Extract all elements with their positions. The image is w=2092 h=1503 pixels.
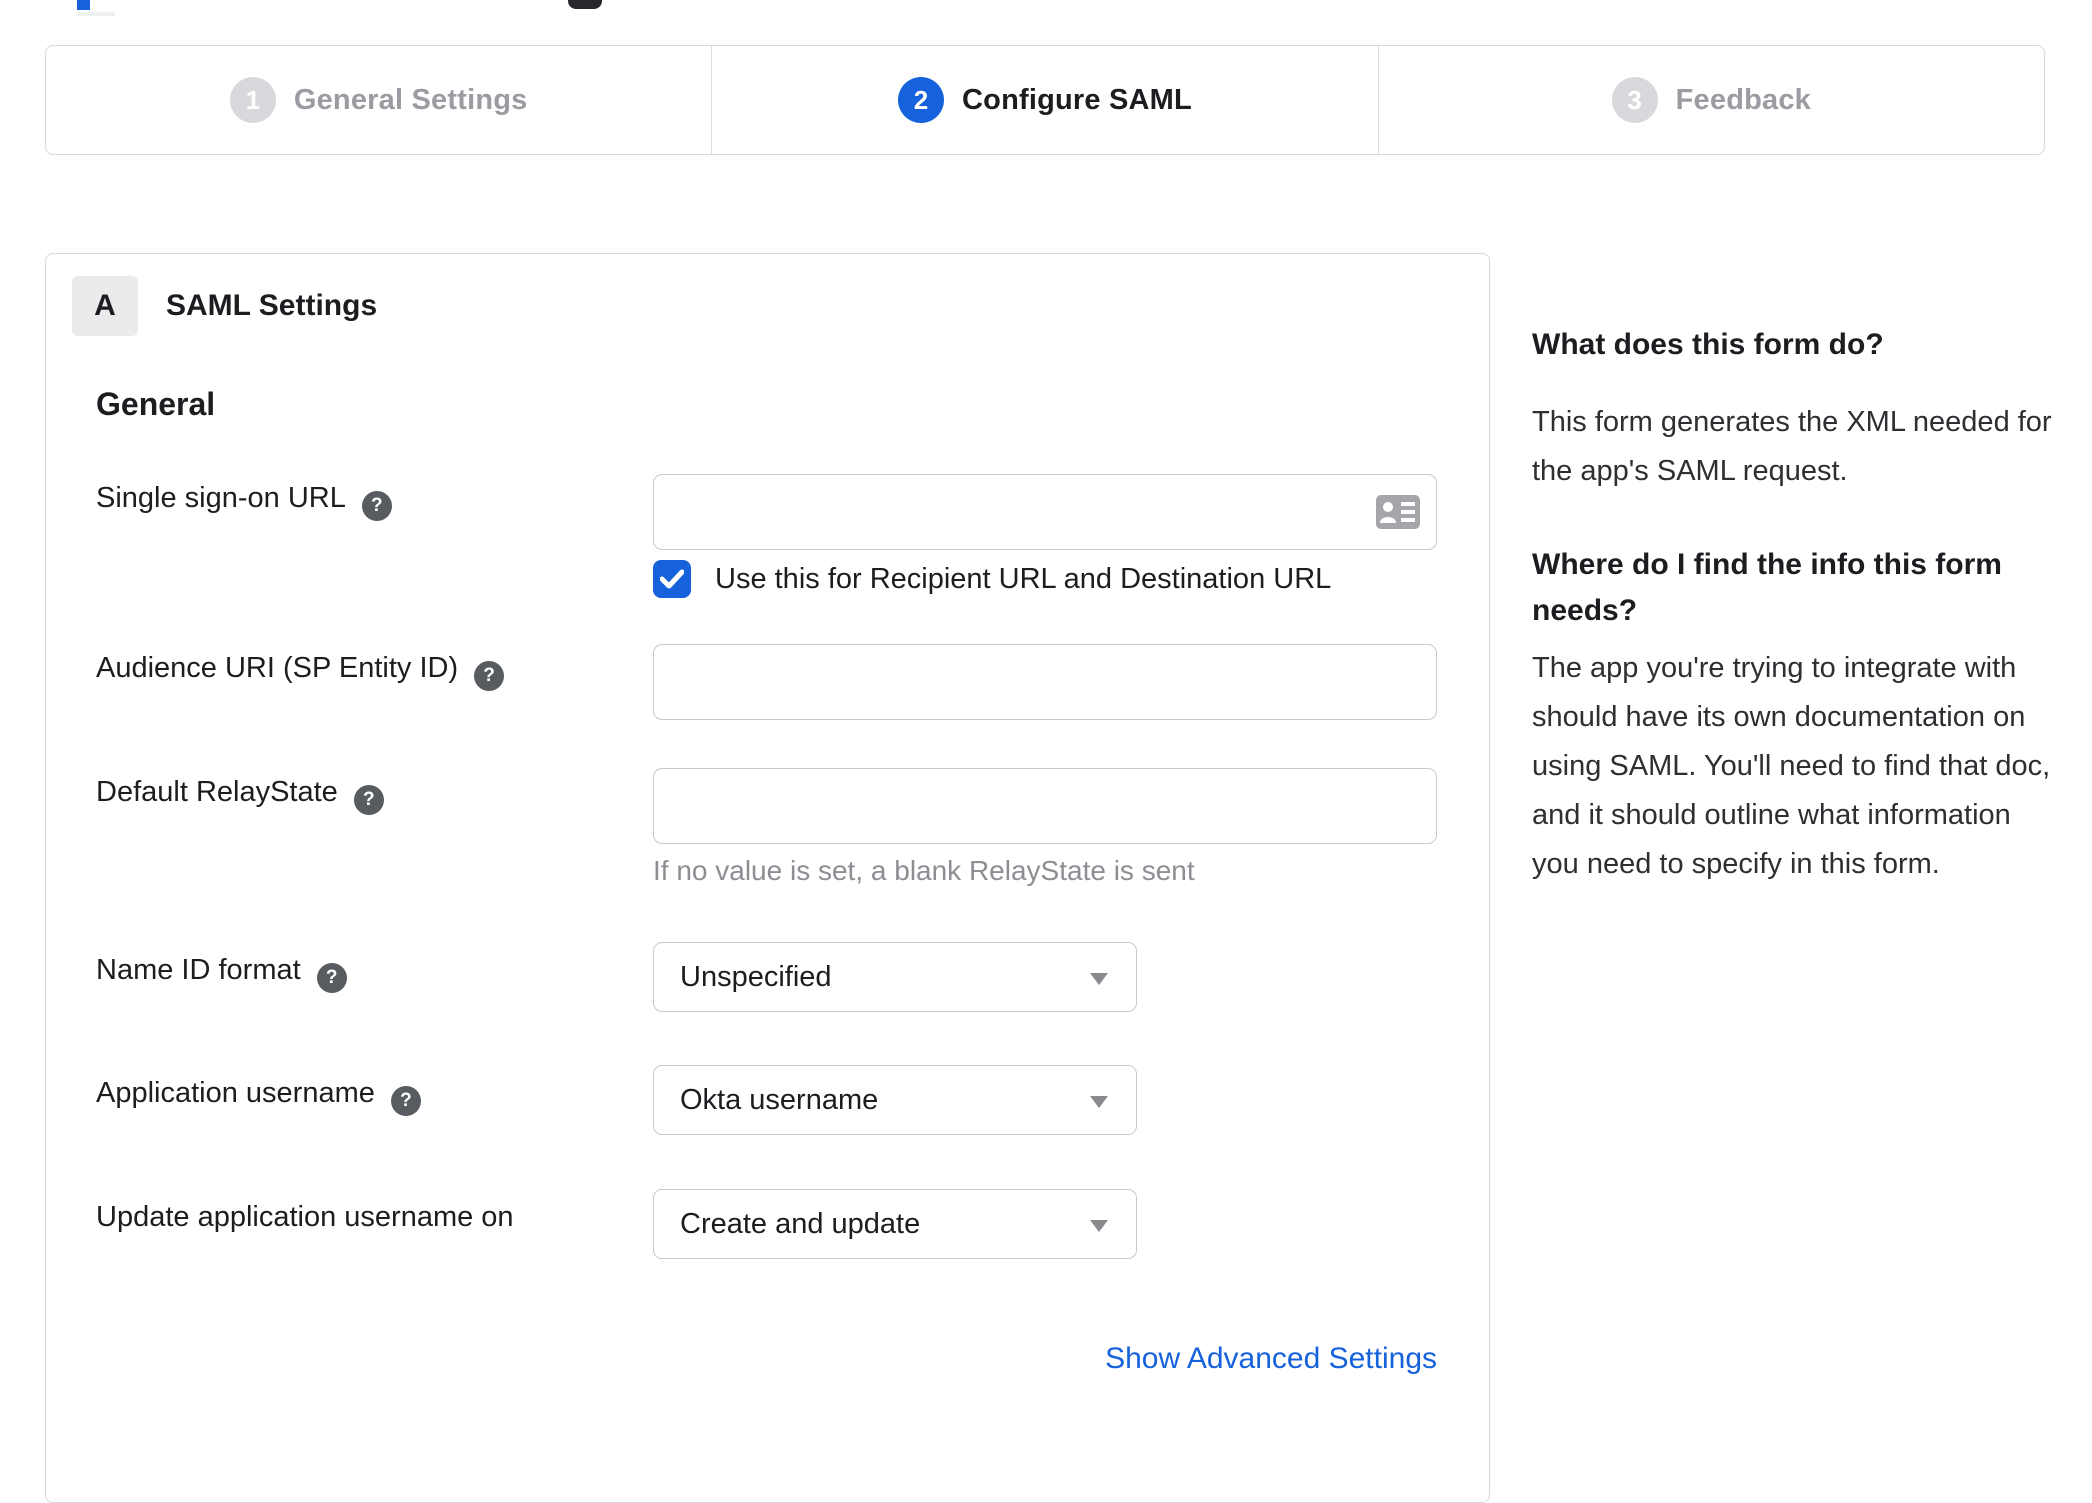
step-general-settings[interactable]: 1 General Settings (46, 46, 711, 154)
name-id-format-select[interactable]: Unspecified (653, 942, 1137, 1012)
cropped-link-fragment (77, 0, 90, 10)
sso-url-input[interactable] (653, 474, 1437, 550)
help-sidebar: What does this form do? This form genera… (1532, 322, 2052, 889)
recipient-url-checkbox[interactable] (653, 560, 691, 598)
help-icon[interactable]: ? (316, 963, 347, 993)
show-advanced-settings-link[interactable]: Show Advanced Settings (653, 1342, 1437, 1376)
sidebar-heading: What does this form do? (1532, 328, 1884, 361)
step-label: Configure SAML (962, 83, 1192, 116)
application-username-select[interactable]: Okta username (653, 1065, 1137, 1135)
cropped-icon-fragment (568, 0, 602, 9)
chevron-down-icon (1090, 1096, 1108, 1108)
help-icon[interactable]: ? (390, 1086, 421, 1116)
sidebar-paragraph: The app you're trying to integrate with … (1532, 652, 2051, 880)
audience-uri-label: Audience URI (SP Entity ID)? (96, 652, 505, 691)
update-application-username-select[interactable]: Create and update (653, 1189, 1137, 1259)
help-icon[interactable]: ? (361, 491, 392, 521)
selected-value: Okta username (680, 1084, 879, 1116)
step-number-badge: 1 (229, 77, 276, 123)
relay-state-hint: If no value is set, a blank RelayState i… (653, 855, 1195, 886)
saml-settings-card: A SAML Settings General Single sign-on U… (45, 253, 1490, 1503)
step-feedback[interactable]: 3 Feedback (1377, 46, 2044, 154)
sso-url-label: Single sign-on URL? (96, 482, 392, 521)
step-configure-saml[interactable]: 2 Configure SAML (711, 46, 1377, 154)
relay-state-input[interactable] (653, 768, 1437, 844)
step-number-badge: 3 (1611, 77, 1658, 123)
sidebar-heading: Where do I find the info this form needs… (1532, 548, 2002, 627)
chevron-down-icon (1090, 1220, 1108, 1232)
application-username-label: Application username? (96, 1077, 421, 1116)
help-icon[interactable]: ? (474, 661, 505, 691)
step-label: General Settings (293, 83, 528, 116)
general-heading: General (96, 386, 216, 422)
selected-value: Unspecified (680, 961, 832, 993)
relay-state-label: Default RelayState? (96, 776, 384, 815)
wizard-stepper: 1 General Settings 2 Configure SAML 3 Fe… (45, 45, 2045, 155)
section-badge: A (72, 276, 138, 336)
selected-value: Create and update (680, 1208, 921, 1240)
help-icon[interactable]: ? (353, 785, 384, 815)
cropped-underline-fragment (77, 12, 115, 16)
recipient-url-checkbox-label: Use this for Recipient URL and Destinati… (715, 562, 1332, 595)
recipient-url-checkbox-row: Use this for Recipient URL and Destinati… (653, 560, 1331, 598)
chevron-down-icon (1090, 973, 1108, 985)
name-id-format-label: Name ID format? (96, 954, 347, 993)
contact-card-icon (1376, 495, 1420, 529)
step-label: Feedback (1675, 83, 1812, 116)
sidebar-paragraph: This form generates the XML needed for t… (1532, 406, 2052, 487)
update-application-username-label: Update application username on (96, 1201, 514, 1233)
audience-uri-input[interactable] (653, 644, 1437, 720)
section-title: SAML Settings (166, 289, 378, 322)
step-number-badge: 2 (898, 77, 945, 123)
check-icon (660, 569, 684, 589)
